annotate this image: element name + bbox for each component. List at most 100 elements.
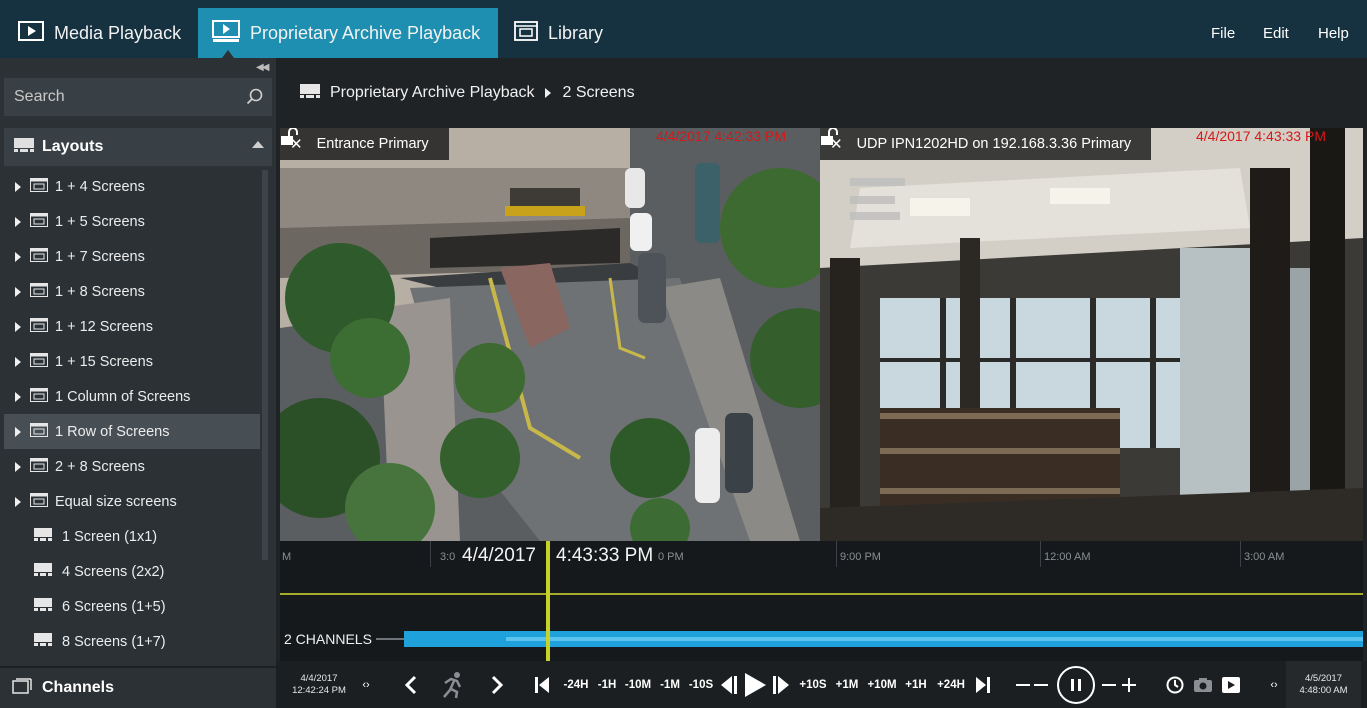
expand-arrow-icon[interactable]: [15, 251, 21, 262]
layout-screen-icon: [34, 633, 52, 650]
layout-item[interactable]: 8 Screens (1+7): [4, 624, 260, 659]
search-input[interactable]: Search: [14, 88, 65, 106]
speed-increase-icon[interactable]: [1098, 661, 1138, 708]
layout-folder-icon: [30, 247, 48, 266]
jump-forward-1h-button[interactable]: +1H: [901, 661, 931, 708]
speed-decrease-icon[interactable]: [1012, 661, 1052, 708]
expand-arrow-icon[interactable]: [15, 216, 21, 227]
breadcrumb-current: 2 Screens: [562, 84, 635, 101]
timeline-tick-label: 3:0: [440, 551, 456, 563]
range-start: 4/4/2017 12:42:24 PM: [282, 661, 356, 708]
layout-group-item[interactable]: 1 + 12 Screens: [4, 309, 260, 344]
step-forward-icon[interactable]: [769, 661, 793, 708]
jump-forward-10s-button[interactable]: +10S: [795, 661, 831, 708]
menu-edit[interactable]: Edit: [1263, 8, 1289, 58]
export-video-icon[interactable]: [1218, 661, 1244, 708]
layout-item[interactable]: 1 Screen (1x1): [4, 519, 260, 554]
tab-media-playback[interactable]: Media Playback: [0, 8, 198, 58]
tab-library[interactable]: Library: [498, 8, 638, 58]
channels-count-label: 2 CHANNELS: [284, 631, 372, 647]
expand-arrow-icon[interactable]: [15, 321, 21, 332]
step-back-icon[interactable]: [717, 661, 741, 708]
layout-group-item[interactable]: Equal size screens: [4, 484, 260, 519]
range-adjust-icon[interactable]: ‹›: [1264, 661, 1284, 708]
layout-item-label: 6 Screens (1+5): [62, 598, 166, 615]
pane-title-bar: ✕ Entrance Primary: [280, 128, 449, 160]
playhead-cursor[interactable]: [546, 541, 550, 661]
tab-proprietary-archive-playback[interactable]: Proprietary Archive Playback: [198, 8, 498, 58]
jump-back-10m-button[interactable]: -10M: [621, 661, 655, 708]
play-icon[interactable]: [741, 661, 769, 708]
layouts-icon: [14, 137, 34, 157]
layout-group-item[interactable]: 2 + 8 Screens: [4, 449, 260, 484]
layout-group-item[interactable]: 1 + 4 Screens: [4, 169, 260, 204]
expand-arrow-icon[interactable]: [15, 181, 21, 192]
layout-group-item[interactable]: 1 + 8 Screens: [4, 274, 260, 309]
layout-folder-icon: [30, 352, 48, 371]
search-icon[interactable]: [246, 88, 264, 111]
tree-scrollbar[interactable]: [262, 170, 268, 560]
layout-group-label: Equal size screens: [55, 493, 177, 510]
menu-file[interactable]: File: [1211, 8, 1235, 58]
expand-arrow-icon[interactable]: [15, 286, 21, 297]
video-frame: [280, 128, 820, 541]
jump-forward-1m-button[interactable]: +1M: [831, 661, 863, 708]
layout-item-label: 4 Screens (2x2): [62, 563, 165, 580]
layouts-tree: 1 + 4 Screens 1 + 5 Screens 1 + 7 Screen…: [4, 169, 260, 659]
pane-timestamp: 4/4/2017 4:42:33 PM: [656, 128, 786, 144]
layout-group-label: 1 + 4 Screens: [55, 178, 145, 195]
expand-arrow-icon[interactable]: [15, 356, 21, 367]
jump-back-10s-button[interactable]: -10S: [685, 661, 717, 708]
menu-help[interactable]: Help: [1318, 8, 1349, 58]
clock-icon[interactable]: [1162, 661, 1188, 708]
jump-back-1h-button[interactable]: -1H: [593, 661, 621, 708]
collapse-sidebar-icon[interactable]: ◀◀: [256, 62, 269, 73]
next-event-icon[interactable]: [484, 661, 510, 708]
range-adjust-icon[interactable]: ‹›: [356, 661, 376, 708]
breadcrumb-root[interactable]: Proprietary Archive Playback: [330, 84, 535, 102]
layout-group-label: 1 + 8 Screens: [55, 283, 145, 300]
layout-group-item[interactable]: 1 + 7 Screens: [4, 239, 260, 274]
previous-event-icon[interactable]: [398, 661, 424, 708]
expand-arrow-icon[interactable]: [15, 391, 21, 402]
layout-group-label: 1 Row of Screens: [55, 423, 170, 440]
range-end-time: 4:48:00 AM: [1299, 684, 1348, 696]
layout-folder-icon: [30, 387, 48, 406]
layout-group-label: 2 + 8 Screens: [55, 458, 145, 475]
motion-filter-icon[interactable]: [436, 661, 470, 708]
layouts-header[interactable]: Layouts: [4, 128, 272, 166]
jump-back-1m-button[interactable]: -1M: [655, 661, 685, 708]
channel-track-gap: [376, 638, 404, 640]
jump-forward-10m-button[interactable]: +10M: [863, 661, 901, 708]
video-pane-1[interactable]: ✕ Entrance Primary 4/4/2017 4:42:33 PM: [280, 128, 820, 541]
layout-group-item[interactable]: 1 Column of Screens: [4, 379, 260, 414]
snapshot-camera-icon[interactable]: [1190, 661, 1216, 708]
layout-folder-icon: [30, 457, 48, 476]
pause-icon[interactable]: [1054, 661, 1098, 708]
layout-group-label: 1 Column of Screens: [55, 388, 191, 405]
timeline-tick-label: 0 PM: [658, 551, 684, 563]
collapse-caret-icon[interactable]: [252, 141, 264, 148]
jump-forward-24h-button[interactable]: +24H: [931, 661, 971, 708]
go-to-start-icon[interactable]: [532, 661, 552, 708]
expand-arrow-icon[interactable]: [15, 426, 21, 437]
layout-item[interactable]: 4 Screens (2x2): [4, 554, 260, 589]
jump-back-24h-button[interactable]: -24H: [559, 661, 593, 708]
expand-arrow-icon[interactable]: [15, 461, 21, 472]
layout-folder-icon: [30, 422, 48, 441]
layout-group-item-selected[interactable]: 1 Row of Screens: [4, 414, 260, 449]
channels-section-header[interactable]: Channels: [0, 666, 276, 708]
go-to-end-icon[interactable]: [973, 661, 993, 708]
range-start-time: 12:42:24 PM: [292, 684, 346, 696]
library-icon: [514, 20, 538, 46]
layout-group-item[interactable]: 1 + 15 Screens: [4, 344, 260, 379]
layout-group-label: 1 + 15 Screens: [55, 353, 153, 370]
expand-arrow-icon[interactable]: [15, 496, 21, 507]
search-box[interactable]: Search: [4, 78, 272, 116]
channel-recording-bar-highlight: [506, 637, 1363, 641]
layout-group-item[interactable]: 1 + 5 Screens: [4, 204, 260, 239]
timeline-tick-label: 3:00 AM: [1244, 551, 1285, 563]
timeline[interactable]: M 3:0 0 PM 9:00 PM 12:00 AM 3:00 AM 4/4/…: [280, 541, 1363, 661]
video-pane-2[interactable]: ✕ UDP IPN1202HD on 192.168.3.36 Primary …: [820, 128, 1363, 541]
layout-item[interactable]: 6 Screens (1+5): [4, 589, 260, 624]
